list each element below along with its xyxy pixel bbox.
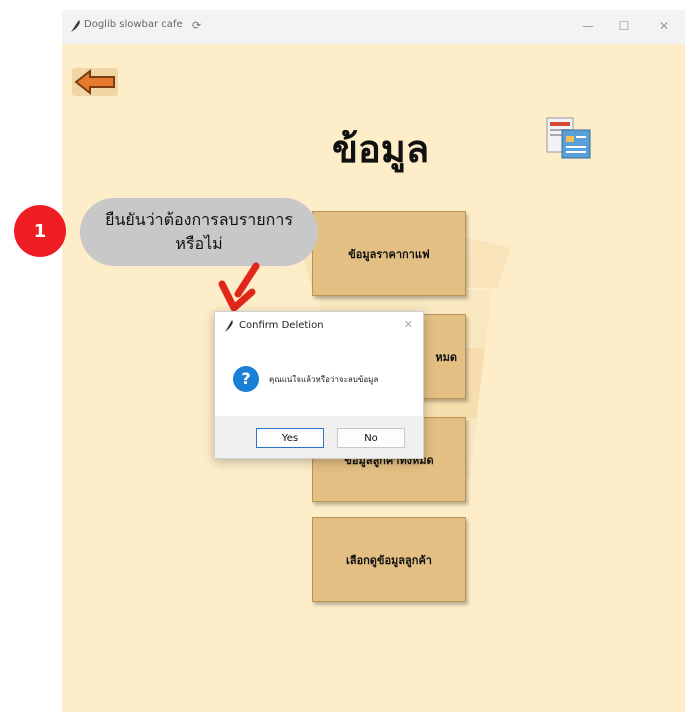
callout-line-2: หรือไม่ [175,234,223,253]
no-button[interactable]: No [337,428,405,448]
callout-bubble: ยืนยันว่าต้องการลบรายการ หรือไม่ [80,198,318,266]
feather-icon [71,20,80,32]
view-customer-button[interactable]: เลือกดูข้อมูลลูกค้า [312,517,466,602]
back-button[interactable] [70,64,120,100]
window-title: Doglib slowbar cafe [84,19,183,30]
dialog-footer: Yes No [215,416,423,458]
sync-icon: ⟳ [192,19,202,32]
dialog-message: คุณแน่ใจแล้วหรือว่าจะลบข้อมูล [269,375,379,384]
yes-button[interactable]: Yes [256,428,324,448]
page-title: ข้อมูล [332,127,430,171]
coffee-price-button[interactable]: ข้อมูลราคากาแฟ [312,211,466,296]
dialog-title-bar: Confirm Deletion ✕ [215,312,423,340]
document-icon [546,117,591,159]
callout-line-1: ยืนยันว่าต้องการลบรายการ [105,210,293,229]
title-bar: Doglib slowbar cafe ⟳ — ☐ ✕ [62,10,685,44]
step-number-badge: 1 [14,205,66,257]
pointer-arrow-icon [218,262,260,312]
question-icon: ? [233,366,259,392]
confirm-deletion-dialog: Confirm Deletion ✕ ? คุณแน่ใจแล้วหรือว่า… [214,311,424,459]
feather-icon [225,320,233,332]
dialog-title: Confirm Deletion [239,320,324,331]
maximize-button[interactable]: ☐ [610,15,638,37]
close-button[interactable]: ✕ [650,15,678,37]
minimize-button[interactable]: — [574,15,602,37]
dialog-close-button[interactable]: ✕ [404,318,413,331]
